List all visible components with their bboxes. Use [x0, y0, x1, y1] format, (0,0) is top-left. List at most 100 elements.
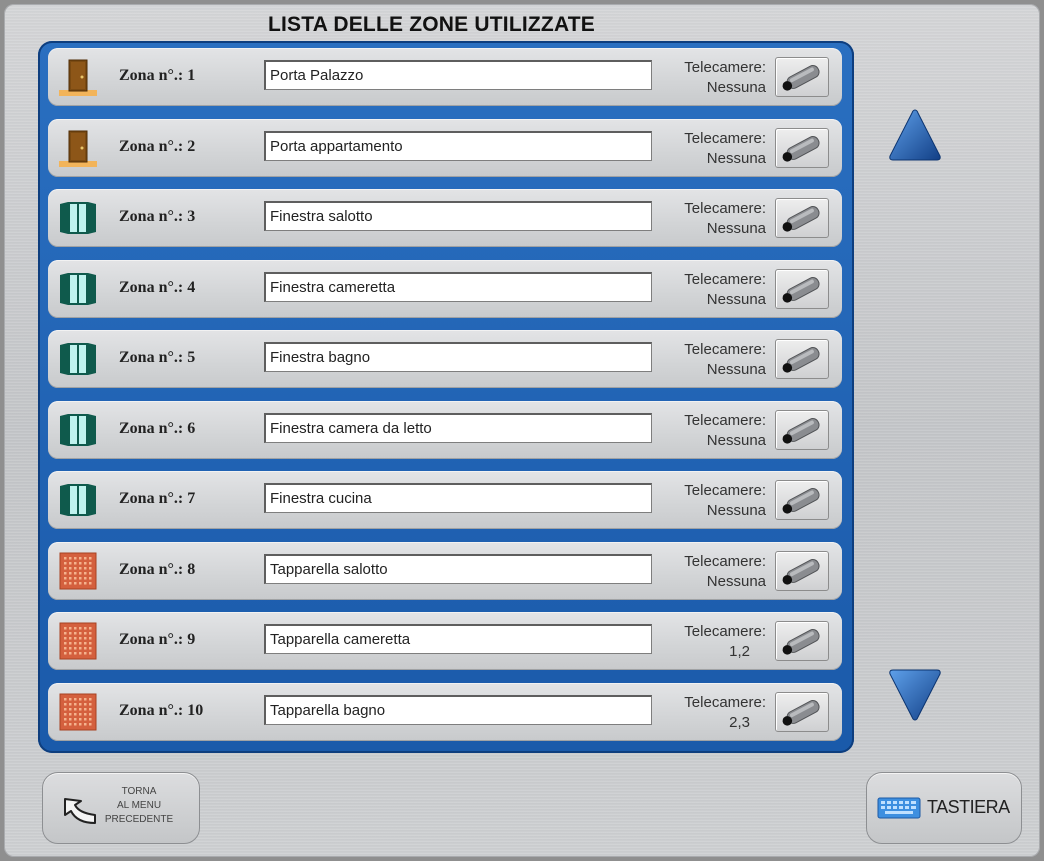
- camera-icon: [776, 417, 828, 453]
- cameras-info: Telecamere: 2,3: [648, 693, 766, 733]
- cameras-label: Telecamere:: [684, 411, 766, 429]
- camera-select-button[interactable]: [775, 480, 829, 520]
- zone-name-field[interactable]: Finestra camera da letto: [264, 412, 652, 443]
- cameras-label: Telecamere:: [684, 200, 766, 217]
- zone-number-label: Zona n°.: 2: [119, 137, 196, 155]
- window-icon: [58, 198, 98, 238]
- camera-icon: [776, 276, 828, 312]
- zone-name-field[interactable]: Finestra cucina: [264, 483, 652, 513]
- cameras-value: Nessuna: [706, 79, 766, 96]
- cameras-label: Telecamere:: [684, 59, 766, 76]
- zone-number-label: Zona n°.: 4: [119, 278, 196, 296]
- cameras-info: Telecamere: Nessuna: [648, 270, 766, 310]
- back-to-menu-button[interactable]: TORNA AL MENU PRECEDENTE: [42, 772, 200, 844]
- camera-icon: [776, 629, 828, 664]
- zone-name-field[interactable]: Porta appartamento: [264, 130, 652, 161]
- door-icon: [58, 128, 98, 168]
- camera-select-button[interactable]: [775, 127, 829, 171]
- cameras-value: Nessuna: [706, 149, 766, 167]
- cameras-info: Telecamere: Nessuna: [648, 199, 766, 239]
- zone-name-field[interactable]: Tapparella bagno: [264, 694, 652, 725]
- keyboard-button[interactable]: TASTIERA: [866, 772, 1022, 844]
- cameras-info: Telecamere: Nessuna: [648, 481, 766, 521]
- shutter-icon: [58, 551, 98, 591]
- zone-name-field[interactable]: Tapparella cameretta: [264, 624, 652, 654]
- cameras-value: Nessuna: [706, 502, 766, 519]
- zone-name-field[interactable]: Finestra bagno: [264, 342, 652, 372]
- cameras-value: 2,3: [729, 713, 750, 731]
- page-title: LISTA DELLE ZONE UTILIZZATE: [268, 13, 595, 36]
- zone-name-field[interactable]: Porta Palazzo: [264, 60, 652, 90]
- camera-icon: [776, 135, 828, 171]
- camera-select-button[interactable]: [775, 550, 829, 594]
- back-button-label: TORNA AL MENU PRECEDENTE: [101, 785, 177, 827]
- back-label-line2: AL MENU: [116, 800, 162, 811]
- cameras-value: Nessuna: [706, 361, 766, 378]
- camera-select-button[interactable]: [775, 339, 829, 379]
- zone-row: Zona n°.: 8 Tapparella salotto Telecamere:…: [48, 541, 842, 600]
- zone-number-label: Zona n°.: 7: [119, 490, 196, 507]
- triangle-down-icon: [889, 669, 941, 721]
- camera-icon: [776, 488, 828, 523]
- window-icon: [58, 410, 98, 450]
- shutter-icon: [58, 621, 98, 661]
- cameras-value: Nessuna: [706, 431, 766, 449]
- window-icon: [58, 339, 98, 379]
- zone-name-field[interactable]: Finestra salotto: [264, 201, 652, 231]
- camera-select-button[interactable]: [775, 268, 829, 312]
- zone-row: Zona n°.: 6 Finestra camera da letto Telec…: [48, 400, 842, 459]
- cameras-label: Telecamere:: [684, 482, 766, 499]
- cameras-value: Nessuna: [706, 290, 766, 308]
- camera-select-button[interactable]: [775, 57, 829, 97]
- cameras-info: Telecamere: Nessuna: [648, 129, 766, 169]
- cameras-value: 1,2: [729, 643, 750, 660]
- cameras-info: Telecamere: 1,2: [648, 622, 766, 662]
- cameras-label: Telecamere:: [684, 341, 766, 358]
- zone-number-label: Zona n°.: 3: [119, 208, 196, 225]
- zone-number-label: Zona n°.: 1: [119, 67, 196, 84]
- zone-number-label: Zona n°.: 8: [119, 560, 196, 578]
- camera-icon: [776, 699, 828, 735]
- keyboard-icon: [877, 797, 921, 819]
- zone-number-label: Zona n°.: 10: [119, 701, 204, 719]
- camera-select-button[interactable]: [775, 621, 829, 661]
- cameras-value: Nessuna: [706, 572, 766, 590]
- cameras-label: Telecamere:: [684, 270, 766, 288]
- zone-name-field[interactable]: Tapparella salotto: [264, 553, 652, 584]
- camera-select-button[interactable]: [775, 691, 829, 735]
- camera-select-button[interactable]: [775, 409, 829, 453]
- cameras-info: Telecamere: Nessuna: [648, 340, 766, 380]
- window-icon: [58, 480, 98, 520]
- zone-row: Zona n°.: 5 Finestra bagno Telecamere: Ness…: [48, 330, 842, 388]
- zone-row: Zona n°.: 4 Finestra cameretta Telecamere:…: [48, 259, 842, 318]
- zone-row: Zona n°.: 3 Finestra salotto Telecamere: Ne…: [48, 189, 842, 247]
- window-icon: [58, 269, 98, 309]
- camera-icon: [776, 558, 828, 594]
- cameras-label: Telecamere:: [684, 552, 766, 570]
- back-label-line3: PRECEDENTE: [104, 814, 174, 825]
- shutter-icon: [58, 692, 98, 732]
- triangle-up-icon: [889, 109, 941, 161]
- camera-icon: [776, 65, 828, 100]
- back-label-line1: TORNA: [121, 786, 157, 797]
- zone-row: Zona n°.: 9 Tapparella cameretta Telecamer…: [48, 612, 842, 670]
- zone-number-label: Zona n°.: 9: [119, 631, 196, 648]
- camera-icon: [776, 206, 828, 241]
- zone-row: Zona n°.: 2 Porta appartamento Telecamere:…: [48, 118, 842, 177]
- cameras-label: Telecamere:: [684, 623, 766, 640]
- camera-select-button[interactable]: [775, 198, 829, 238]
- cameras-label: Telecamere:: [684, 129, 766, 147]
- cameras-value: Nessuna: [706, 220, 766, 237]
- door-icon: [58, 57, 98, 97]
- cameras-info: Telecamere: Nessuna: [648, 58, 766, 98]
- zone-name-field[interactable]: Finestra cameretta: [264, 271, 652, 302]
- scroll-up-button[interactable]: [888, 108, 942, 162]
- cameras-info: Telecamere: Nessuna: [648, 411, 766, 451]
- camera-icon: [776, 347, 828, 382]
- return-arrow-icon: [64, 798, 96, 824]
- zone-number-label: Zona n°.: 6: [119, 419, 196, 437]
- zone-row: Zona n°.: 1 Porta Palazzo Telecamere: Nessu…: [48, 48, 842, 106]
- scroll-down-button[interactable]: [888, 668, 942, 722]
- cameras-info: Telecamere: Nessuna: [648, 552, 766, 592]
- zone-number-label: Zona n°.: 5: [119, 349, 196, 366]
